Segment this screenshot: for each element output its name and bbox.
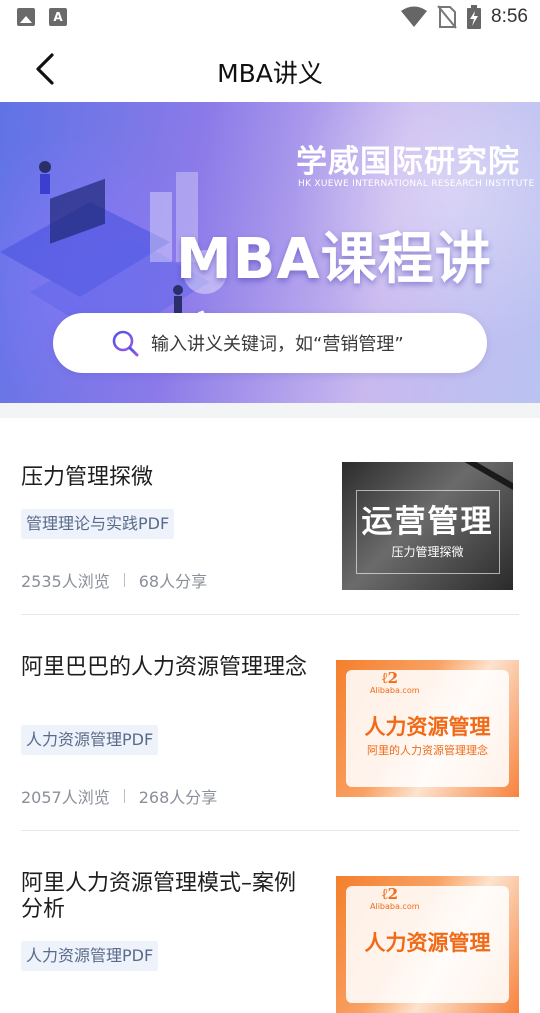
app-bar: MBA讲义 [0,36,540,102]
item-views: 2057人浏览 [21,788,110,807]
item-stats: 2057人浏览 268人分享 [21,784,217,808]
alibaba-logo: ℓ2 Alibaba.com [370,669,420,695]
stats-separator [123,789,125,803]
thumbnail-subheading: 压力管理探微 [391,545,464,559]
item-tag: 人力资源管理PDF [21,941,159,971]
thumbnail-heading: 人力资源管理 [364,715,491,739]
item-thumbnail: ℓ2 Alibaba.com 人力资源管理 [336,876,519,1013]
list-item[interactable]: 阿里巴巴的人力资源管理理念 人力资源管理PDF 2057人浏览 268人分享 ℓ… [0,615,540,831]
item-thumbnail: ℓ2 Alibaba.com 人力资源管理 阿里的人力资源管理理念 [336,660,519,797]
stats-separator [123,573,125,587]
item-shares: 68人分享 [138,572,208,591]
institute-name: 学威国际研究院 [296,144,520,180]
image-icon [17,8,35,26]
alibaba-logo: ℓ2 Alibaba.com [370,885,420,911]
font-a-icon: A [49,8,67,26]
section-gap [0,403,540,418]
item-views: 2535人浏览 [21,572,110,591]
search-icon [112,330,139,357]
item-title: 阿里人力资源管理模式–案例分析 [21,871,297,922]
item-thumbnail: 运营管理 压力管理探微 [342,462,513,590]
wifi-icon [401,6,428,27]
item-title: 阿里巴巴的人力资源管理理念 [21,655,308,680]
status-left-icons: A [17,8,67,26]
search-placeholder: 输入讲义关键词，如“营销管理” [151,334,404,355]
battery-charging-icon [467,5,482,29]
list-item[interactable]: 阿里人力资源管理模式–案例分析 人力资源管理PDF ℓ2 Alibaba.com … [0,831,540,1013]
item-tag: 管理理论与实践PDF [21,509,175,539]
item-tag: 人力资源管理PDF [21,725,159,755]
item-shares: 268人分享 [138,788,218,807]
institute-name-en: HK XUEWE INTERNATIONAL RESEARCH INSTITUT… [298,179,535,189]
search-input[interactable]: 输入讲义关键词，如“营销管理” [53,313,487,373]
page-title: MBA讲义 [217,59,323,88]
thumbnail-heading: 运营管理 [361,504,494,540]
status-bar: A 8:56 [0,0,540,36]
status-time: 8:56 [491,6,528,27]
thumbnail-subheading: 阿里的人力资源管理理念 [367,744,488,757]
hero-banner: 学威国际研究院 HK XUEWE INTERNATIONAL RESEARCH … [0,102,540,403]
list-item[interactable]: 压力管理探微 管理理论与实践PDF 2535人浏览 68人分享 运营管理 压力管… [0,418,540,615]
thumbnail-heading: 人力资源管理 [364,931,491,955]
item-title: 压力管理探微 [21,465,154,490]
status-right-icons: 8:56 [401,5,528,29]
item-stats: 2535人浏览 68人分享 [21,568,207,592]
no-sim-icon [437,5,457,29]
